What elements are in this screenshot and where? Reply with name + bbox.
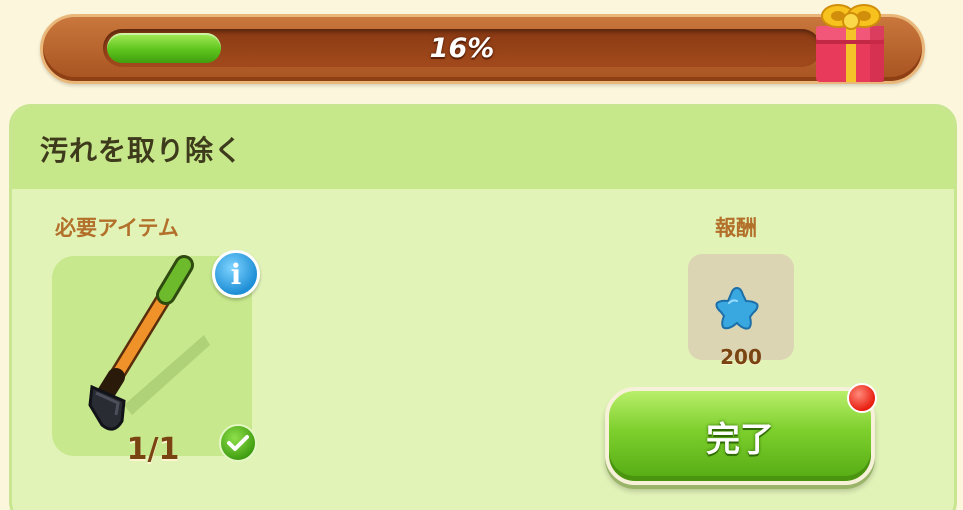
reward-amount: 200 <box>720 345 762 369</box>
blue-star-icon <box>713 285 761 331</box>
quest-title: 汚れを取り除く <box>40 134 244 167</box>
info-icon[interactable]: i <box>212 250 260 298</box>
progress-percent-label: 16% <box>429 32 495 64</box>
check-icon <box>219 424 257 462</box>
progress-track: 16% <box>103 29 821 67</box>
required-items-label: 必要アイテム <box>55 216 179 240</box>
gift-box-icon[interactable] <box>808 0 894 88</box>
quest-screen: 16% 汚れを取り除く 必要アイテム 報酬 i 1/1 200 完了 <box>0 0 963 510</box>
notification-dot-icon <box>847 383 877 413</box>
reward-label: 報酬 <box>715 216 757 240</box>
complete-button[interactable]: 完了 <box>605 387 875 485</box>
item-count: 1/1 <box>126 432 180 467</box>
shovel-icon <box>84 255 214 435</box>
progress-bar: 16% <box>40 14 925 84</box>
